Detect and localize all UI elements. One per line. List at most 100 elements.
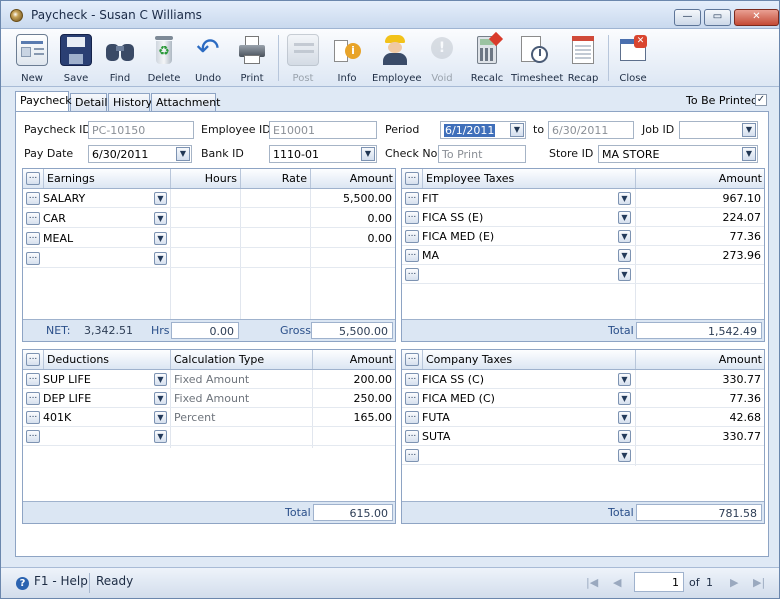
table-row[interactable]: ... MA ▼ 273.96 <box>402 246 764 265</box>
col-calculation-type[interactable]: Calculation Type <box>170 350 312 369</box>
earning-name[interactable]: SALARY <box>41 189 153 208</box>
chevron-down-icon[interactable]: ▼ <box>618 373 631 386</box>
col-amount[interactable]: Amount <box>635 169 765 188</box>
chevron-down-icon[interactable]: ▼ <box>154 212 167 225</box>
close-window-button[interactable]: ✕ <box>734 9 779 26</box>
tab-paycheck[interactable]: Paycheck <box>15 91 72 111</box>
table-row[interactable]: ... FIT ▼ 967.10 <box>402 189 764 208</box>
chevron-down-icon[interactable]: ▼ <box>618 192 631 205</box>
first-record-icon[interactable]: |◀ <box>586 576 598 589</box>
to-be-printed-checkbox[interactable]: ✓ <box>755 94 767 106</box>
ellipsis-icon[interactable]: ... <box>26 192 40 205</box>
close-button[interactable]: ✕ Close <box>610 32 656 85</box>
undo-button[interactable]: ↶ Undo <box>185 32 231 85</box>
deduction-amount[interactable]: 200.00 <box>312 370 394 389</box>
title-bar[interactable]: Paycheck - Susan C Williams — ▭ ✕ <box>1 1 779 29</box>
ellipsis-icon[interactable]: ... <box>26 430 40 443</box>
chevron-down-icon[interactable]: ▼ <box>618 249 631 262</box>
earning-amount[interactable]: 5,500.00 <box>310 189 394 208</box>
job-id-field[interactable]: ▼ <box>679 121 758 139</box>
tax-name[interactable]: FIT <box>420 189 616 208</box>
col-amount[interactable]: Amount <box>312 350 396 369</box>
earning-name[interactable]: CAR <box>41 209 153 228</box>
new-button[interactable]: New <box>9 32 55 85</box>
deduction-name[interactable] <box>41 427 153 446</box>
earning-name[interactable]: MEAL <box>41 229 153 248</box>
table-row[interactable]: ... MEAL ▼ 0.00 <box>23 229 395 248</box>
recalc-button[interactable]: Recalc <box>464 31 510 85</box>
ellipsis-icon[interactable]: ... <box>26 353 40 366</box>
chevron-down-icon[interactable]: ▼ <box>618 392 631 405</box>
table-row[interactable]: ... ▼ <box>402 265 764 284</box>
chevron-down-icon[interactable]: ▼ <box>618 230 631 243</box>
table-row[interactable]: ... FICA MED (E) ▼ 77.36 <box>402 227 764 246</box>
table-row[interactable]: ... FUTA ▼ 42.68 <box>402 408 764 427</box>
period-from-field[interactable]: 6/1/2011 ▼ <box>440 121 526 139</box>
table-row[interactable]: ... DEP LIFE ▼ Fixed Amount 250.00 <box>23 389 395 408</box>
chevron-down-icon[interactable]: ▼ <box>154 232 167 245</box>
tab-history[interactable]: History <box>108 93 152 111</box>
deduction-name[interactable]: DEP LIFE <box>41 389 153 408</box>
ellipsis-icon[interactable]: ... <box>26 252 40 265</box>
chevron-down-icon[interactable]: ▼ <box>176 147 190 161</box>
tax-amount[interactable]: 273.96 <box>635 246 763 265</box>
chevron-down-icon[interactable]: ▼ <box>742 147 756 161</box>
help-icon[interactable]: ? <box>16 577 29 590</box>
ellipsis-icon[interactable]: ... <box>405 211 419 224</box>
timesheet-button[interactable]: Timesheet <box>511 32 563 85</box>
chevron-down-icon[interactable]: ▼ <box>742 123 756 137</box>
chevron-down-icon[interactable]: ▼ <box>154 373 167 386</box>
chevron-down-icon[interactable]: ▼ <box>618 211 631 224</box>
col-rate[interactable]: Rate <box>240 169 310 188</box>
chevron-down-icon[interactable]: ▼ <box>618 411 631 424</box>
tax-name[interactable]: FICA MED (C) <box>420 389 616 408</box>
tax-amount[interactable] <box>635 446 763 465</box>
tab-detail[interactable]: Detail <box>70 93 107 111</box>
previous-record-icon[interactable]: ◀ <box>613 576 621 589</box>
chevron-down-icon[interactable]: ▼ <box>361 147 375 161</box>
ellipsis-icon[interactable]: ... <box>405 392 419 405</box>
chevron-down-icon[interactable]: ▼ <box>154 192 167 205</box>
delete-button[interactable]: ♻ Delete <box>141 32 187 85</box>
check-no-field[interactable]: To Print <box>438 145 526 163</box>
info-button[interactable]: i Info <box>324 32 370 85</box>
save-button[interactable]: Save <box>53 32 99 85</box>
tax-amount[interactable]: 330.77 <box>635 370 763 389</box>
ellipsis-icon[interactable]: ... <box>405 192 419 205</box>
table-row[interactable]: ... ▼ <box>23 249 395 268</box>
last-record-icon[interactable]: ▶| <box>753 576 765 589</box>
void-button[interactable]: ! Void <box>419 32 465 85</box>
recap-button[interactable]: Recap <box>560 32 606 85</box>
col-amount[interactable]: Amount <box>635 350 765 369</box>
ellipsis-icon[interactable]: ... <box>26 172 40 185</box>
chevron-down-icon[interactable]: ▼ <box>618 449 631 462</box>
employee-id-field[interactable]: E10001 <box>269 121 377 139</box>
table-row[interactable]: ... FICA SS (C) ▼ 330.77 <box>402 370 764 389</box>
maximize-button[interactable]: ▭ <box>704 9 731 26</box>
chevron-down-icon[interactable]: ▼ <box>154 252 167 265</box>
employee-button[interactable]: Employee <box>372 32 422 85</box>
pay-date-field[interactable]: 6/30/2011 ▼ <box>88 145 192 163</box>
tax-name[interactable]: MA <box>420 246 616 265</box>
table-row[interactable]: ... CAR ▼ 0.00 <box>23 209 395 228</box>
tax-name[interactable]: FICA MED (E) <box>420 227 616 246</box>
col-company-taxes[interactable]: Company Taxes <box>422 350 635 369</box>
tax-amount[interactable]: 42.68 <box>635 408 763 427</box>
tax-name[interactable]: FICA SS (E) <box>420 208 616 227</box>
chevron-down-icon[interactable]: ▼ <box>154 392 167 405</box>
deduction-amount[interactable]: 165.00 <box>312 408 394 427</box>
chevron-down-icon[interactable]: ▼ <box>618 268 631 281</box>
ellipsis-icon[interactable]: ... <box>405 373 419 386</box>
store-id-field[interactable]: MA STORE ▼ <box>598 145 758 163</box>
ellipsis-icon[interactable]: ... <box>405 430 419 443</box>
table-row[interactable]: ... SUP LIFE ▼ Fixed Amount 200.00 <box>23 370 395 389</box>
chevron-down-icon[interactable]: ▼ <box>618 430 631 443</box>
table-row[interactable]: ... FICA SS (E) ▼ 224.07 <box>402 208 764 227</box>
ellipsis-icon[interactable]: ... <box>405 230 419 243</box>
tax-amount[interactable]: 77.36 <box>635 389 763 408</box>
tab-attachment[interactable]: Attachment <box>151 93 221 111</box>
ellipsis-icon[interactable]: ... <box>26 411 40 424</box>
tax-name[interactable]: FICA SS (C) <box>420 370 616 389</box>
ellipsis-icon[interactable]: ... <box>26 392 40 405</box>
earning-amount[interactable]: 0.00 <box>310 209 394 228</box>
